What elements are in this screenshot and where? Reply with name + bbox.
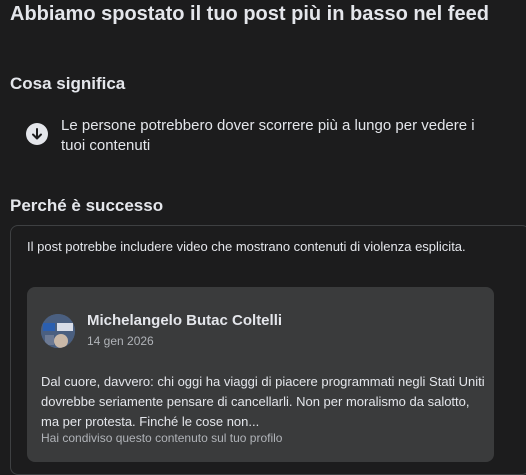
shared-note: Hai condiviso questo contenuto sul tuo p…	[41, 431, 283, 445]
meaning-row: Le persone potrebbero dover scorrere più…	[26, 116, 506, 156]
post-author[interactable]: Michelangelo Butac Coltelli	[87, 311, 282, 331]
reason-box: Il post potrebbe includere video che mos…	[10, 225, 526, 475]
post-body: Dal cuore, davvero: chi oggi ha viaggi d…	[41, 374, 485, 429]
arrow-down-icon	[26, 123, 48, 145]
reason-heading: Perché è successo	[10, 196, 164, 215]
post-date[interactable]: 14 gen 2026	[87, 333, 154, 349]
reason-text: Il post potrebbe includere video che mos…	[27, 239, 466, 254]
meaning-text: Le persone potrebbero dover scorrere più…	[61, 117, 475, 154]
post-preview-card[interactable]: Michelangelo Butac Coltelli 14 gen 2026 …	[27, 287, 494, 462]
meaning-heading: Cosa significa	[10, 74, 126, 93]
page-title: Abbiamo spostato il tuo post più in bass…	[10, 3, 489, 25]
avatar[interactable]	[41, 314, 75, 348]
